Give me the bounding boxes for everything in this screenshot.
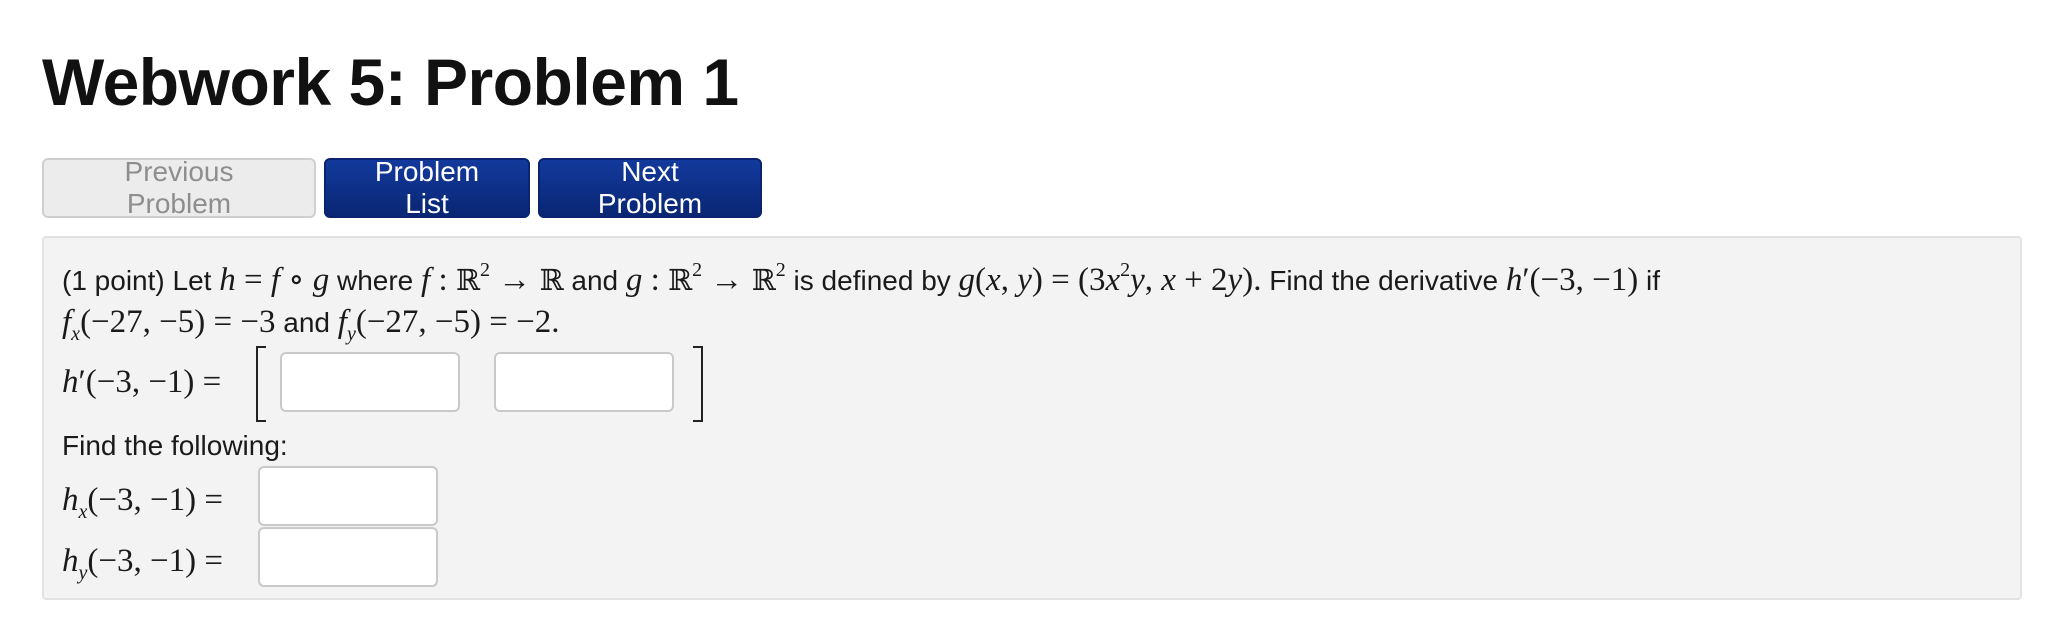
hy-answer[interactable] <box>258 527 438 587</box>
h-prime-label: h′(−3, −1) = <box>62 364 222 400</box>
find-following-text: Find the following: <box>62 430 288 461</box>
previous-problem-button[interactable]: Previous Problem <box>42 156 316 219</box>
hy-label-row: hy(−3, −1) = <box>62 541 223 584</box>
math-f-map: f : ℝ2 → ℝ <box>421 259 564 298</box>
hx-label: hx(−3, −1) = <box>62 482 223 523</box>
points-label: (1 point) <box>62 265 165 296</box>
hy-label: hy(−3, −1) = <box>62 543 223 584</box>
math-g-formula: g(x, y) = (3x2y, x + 2y). <box>958 259 1262 298</box>
find-derivative-text: Find the derivative <box>1269 265 1499 296</box>
h-prime-answer-1[interactable] <box>280 352 460 412</box>
if-text: if <box>1646 265 1661 296</box>
where-text: where <box>336 265 414 296</box>
problem-nav: Previous Problem Problem List Next Probl… <box>42 156 762 219</box>
defined-by-text: is defined by <box>793 265 951 296</box>
and-text: and <box>571 265 619 296</box>
hx-answer[interactable] <box>258 466 438 526</box>
math-fy-value: fy(−27, −5) = −2. <box>337 304 560 345</box>
webwork-page: Webwork 5: Problem 1 Previous Problem Pr… <box>0 0 2062 638</box>
left-bracket <box>256 346 266 422</box>
math-g-map: g : ℝ2 → ℝ2 <box>625 259 786 298</box>
problem-list-button[interactable]: Problem List <box>324 156 530 219</box>
page-title: Webwork 5: Problem 1 <box>42 45 739 119</box>
h-prime-answer-2[interactable] <box>494 352 674 412</box>
math-h-def: h = f ∘ g <box>219 262 330 298</box>
right-bracket <box>693 346 703 422</box>
problem-statement-line-1: (1 point) Let h = f ∘ g where f : ℝ2 → ℝ… <box>62 260 1660 301</box>
math-fx-value: fx(−27, −5) = −3 <box>62 304 276 345</box>
math-h-prime-point: h′(−3, −1) <box>1505 262 1639 298</box>
let-text: Let <box>172 265 212 296</box>
next-problem-button[interactable]: Next Problem <box>538 156 762 219</box>
and2-text: and <box>283 307 330 338</box>
problem-statement-line-2: fx(−27, −5) = −3 and fy(−27, −5) = −2. <box>62 302 560 345</box>
hx-label-row: hx(−3, −1) = <box>62 480 223 523</box>
h-prime-label-row: h′(−3, −1) = <box>62 362 221 403</box>
problem-body: (1 point) Let h = f ∘ g where f : ℝ2 → ℝ… <box>42 236 2022 600</box>
